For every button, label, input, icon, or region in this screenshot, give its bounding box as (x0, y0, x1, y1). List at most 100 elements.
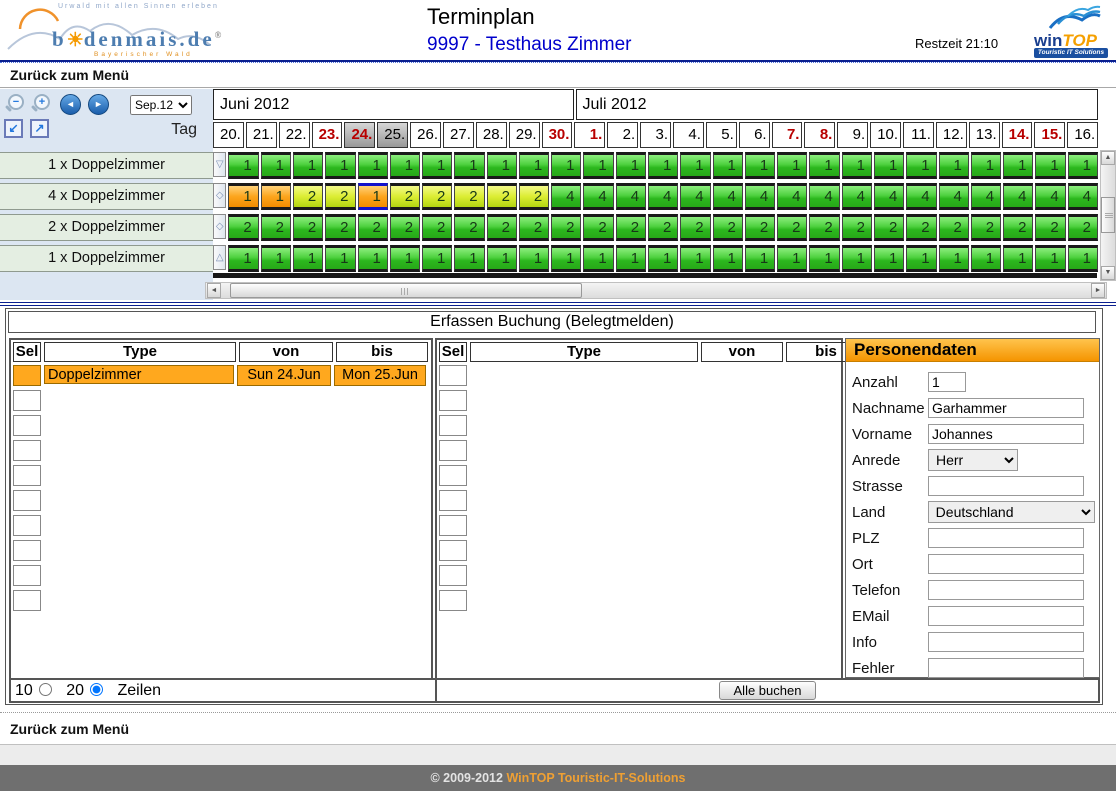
availability-cell[interactable]: 4 (1003, 183, 1033, 210)
ort-input[interactable] (928, 554, 1084, 574)
availability-cell[interactable]: 2 (906, 214, 936, 241)
availability-cell[interactable]: 1 (358, 183, 388, 210)
day-header-cell[interactable]: 16. (1067, 122, 1098, 148)
sel-checkbox[interactable] (439, 440, 467, 461)
sel-checkbox[interactable] (439, 515, 467, 536)
day-header-cell[interactable]: 30. (542, 122, 573, 148)
day-header-cell[interactable]: 9. (837, 122, 868, 148)
availability-cell[interactable]: 1 (551, 152, 581, 179)
scroll-left-button[interactable]: ◄ (207, 283, 221, 298)
availability-cell[interactable]: 1 (874, 152, 904, 179)
rows-option-20-radio[interactable] (90, 683, 103, 696)
availability-cell[interactable]: 1 (971, 245, 1001, 272)
availability-cell[interactable]: 4 (1068, 183, 1098, 210)
day-header-cell[interactable]: 28. (476, 122, 507, 148)
day-header-cell[interactable]: 5. (706, 122, 737, 148)
availability-cell[interactable]: 2 (390, 214, 420, 241)
availability-cell[interactable]: 4 (713, 183, 743, 210)
availability-cell[interactable]: 4 (745, 183, 775, 210)
email-input[interactable] (928, 606, 1084, 626)
vertical-scroll-thumb[interactable] (1101, 197, 1115, 233)
telefon-input[interactable] (928, 580, 1084, 600)
availability-cell[interactable]: 1 (680, 245, 710, 272)
availability-cell[interactable]: 1 (874, 245, 904, 272)
availability-cell[interactable]: 2 (551, 214, 581, 241)
day-header-cell[interactable]: 14. (1002, 122, 1033, 148)
day-header-cell[interactable]: 29. (509, 122, 540, 148)
availability-cell[interactable]: 1 (358, 152, 388, 179)
availability-cell[interactable]: 4 (842, 183, 872, 210)
sel-checkbox[interactable] (13, 465, 41, 486)
availability-cell[interactable]: 2 (1068, 214, 1098, 241)
scroll-right-button[interactable]: ► (1091, 283, 1105, 298)
day-header-cell[interactable]: 15. (1034, 122, 1065, 148)
sel-checkbox[interactable] (439, 540, 467, 561)
availability-cell[interactable]: 2 (713, 214, 743, 241)
availability-cell[interactable]: 4 (583, 183, 613, 210)
availability-cell[interactable]: 1 (358, 245, 388, 272)
row-spinner-icon[interactable]: ▽ (213, 152, 226, 177)
availability-cell[interactable]: 2 (1035, 214, 1065, 241)
sel-checkbox[interactable] (439, 415, 467, 436)
availability-cell[interactable]: 2 (487, 214, 517, 241)
availability-cell[interactable]: 4 (971, 183, 1001, 210)
sel-checkbox[interactable] (439, 390, 467, 411)
sel-checkbox[interactable] (439, 565, 467, 586)
availability-cell[interactable]: 2 (519, 214, 549, 241)
day-header-cell[interactable]: 4. (673, 122, 704, 148)
collapse-view-button[interactable]: ↙ (4, 119, 23, 138)
availability-cell[interactable]: 1 (454, 152, 484, 179)
day-header-cell[interactable]: 22. (279, 122, 310, 148)
availability-cell[interactable]: 2 (293, 214, 323, 241)
fehler-input[interactable] (928, 658, 1084, 678)
availability-cell[interactable]: 4 (777, 183, 807, 210)
availability-cell[interactable]: 1 (906, 152, 936, 179)
sel-checkbox[interactable] (439, 590, 467, 611)
horizontal-scrollbar[interactable]: ◄ ► (205, 282, 1107, 299)
availability-cell[interactable]: 2 (358, 214, 388, 241)
day-header-cell[interactable]: 12. (936, 122, 967, 148)
day-header-cell[interactable]: 2. (607, 122, 638, 148)
availability-cell[interactable]: 1 (680, 152, 710, 179)
availability-cell[interactable]: 1 (228, 152, 258, 179)
availability-cell[interactable]: 1 (777, 152, 807, 179)
next-arrow-button[interactable]: ► (88, 94, 109, 115)
availability-cell[interactable]: 1 (454, 245, 484, 272)
horizontal-scroll-thumb[interactable] (230, 283, 582, 298)
plz-input[interactable] (928, 528, 1084, 548)
availability-cell[interactable]: 2 (422, 214, 452, 241)
availability-cell[interactable]: 1 (745, 245, 775, 272)
availability-cell[interactable]: 1 (261, 245, 291, 272)
day-header-cell[interactable]: 27. (443, 122, 474, 148)
availability-cell[interactable]: 2 (971, 214, 1001, 241)
availability-cell[interactable]: 4 (616, 183, 646, 210)
previous-arrow-button[interactable]: ◄ (60, 94, 81, 115)
availability-cell[interactable]: 2 (680, 214, 710, 241)
availability-cell[interactable]: 2 (519, 183, 549, 210)
scroll-down-button[interactable]: ▼ (1101, 266, 1115, 280)
expand-view-button[interactable]: ↗ (30, 119, 49, 138)
availability-cell[interactable]: 1 (745, 152, 775, 179)
availability-cell[interactable]: 2 (777, 214, 807, 241)
day-header-cell[interactable]: 23. (312, 122, 343, 148)
strasse-input[interactable] (928, 476, 1084, 496)
availability-cell[interactable]: 2 (487, 183, 517, 210)
back-to-menu-link-bottom[interactable]: Zurück zum Menü (10, 721, 129, 737)
availability-cell[interactable]: 1 (325, 152, 355, 179)
day-header-cell[interactable]: 13. (969, 122, 1000, 148)
book-all-button[interactable]: Alle buchen (719, 681, 817, 700)
availability-cell[interactable]: 1 (713, 245, 743, 272)
availability-cell[interactable]: 2 (842, 214, 872, 241)
availability-cell[interactable]: 4 (680, 183, 710, 210)
availability-cell[interactable]: 1 (551, 245, 581, 272)
availability-cell[interactable]: 2 (939, 214, 969, 241)
day-header-cell[interactable]: 6. (739, 122, 770, 148)
availability-cell[interactable]: 2 (261, 214, 291, 241)
availability-cell[interactable]: 2 (454, 183, 484, 210)
day-header-cell[interactable]: 3. (640, 122, 671, 148)
availability-cell[interactable]: 1 (583, 245, 613, 272)
availability-cell[interactable]: 1 (713, 152, 743, 179)
availability-cell[interactable]: 1 (939, 245, 969, 272)
back-to-menu-link[interactable]: Zurück zum Menü (10, 67, 129, 83)
availability-cell[interactable]: 1 (971, 152, 1001, 179)
